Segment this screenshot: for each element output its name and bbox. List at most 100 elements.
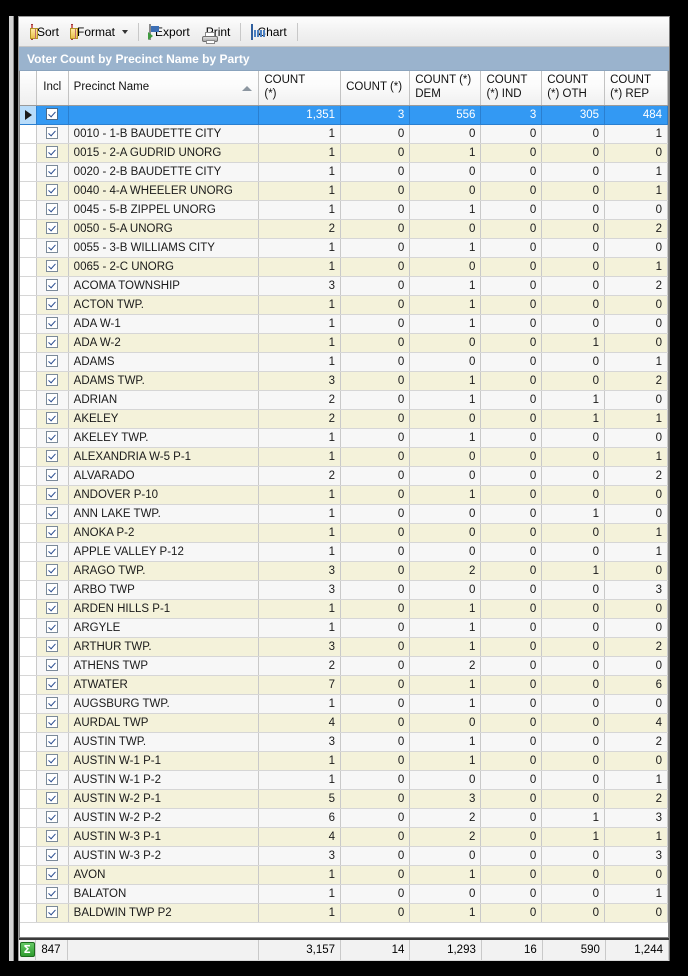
column-header-incl[interactable]: Incl xyxy=(36,71,69,106)
checkbox-checked-icon[interactable] xyxy=(46,240,59,253)
cell-count-ind[interactable]: 0 xyxy=(480,580,543,600)
cell-count-oth[interactable]: 0 xyxy=(541,599,606,619)
cell-count-total[interactable]: 2 xyxy=(258,466,342,486)
row-include-checkbox-cell[interactable] xyxy=(36,333,69,353)
cell-count-dem[interactable]: 1 xyxy=(409,200,482,220)
cell-precinct-name[interactable]: AVON xyxy=(68,865,260,885)
cell-count-rep[interactable]: 0 xyxy=(604,428,668,448)
cell-count-oth[interactable]: 0 xyxy=(541,352,606,372)
cell-count-star[interactable]: 0 xyxy=(340,257,411,277)
cell-count-dem[interactable]: 0 xyxy=(409,409,482,429)
cell-count-oth[interactable]: 0 xyxy=(541,884,606,904)
cell-count-dem[interactable]: 2 xyxy=(409,656,482,676)
row-indicator-cell[interactable] xyxy=(20,219,38,239)
checkbox-checked-icon[interactable] xyxy=(46,430,59,443)
cell-count-ind[interactable]: 0 xyxy=(480,675,543,695)
cell-count-dem[interactable]: 3 xyxy=(409,789,482,809)
row-indicator-cell[interactable] xyxy=(20,770,38,790)
cell-precinct-name[interactable]: ANDOVER P-10 xyxy=(68,485,260,505)
column-header-count-oth[interactable]: COUNT (*) OTH xyxy=(541,71,606,106)
chevron-down-icon[interactable] xyxy=(122,29,129,34)
table-row[interactable]: ADAMS TWP. 3 0 1 0 0 2 xyxy=(20,371,668,391)
cell-count-rep[interactable]: 4 xyxy=(604,713,668,733)
cell-count-dem[interactable]: 0 xyxy=(409,523,482,543)
cell-count-star[interactable]: 0 xyxy=(340,770,411,790)
table-row[interactable]: AUSTIN TWP. 3 0 1 0 0 2 xyxy=(20,732,668,752)
cell-precinct-name[interactable]: ADRIAN xyxy=(68,390,260,410)
cell-precinct-name[interactable]: ARGYLE xyxy=(68,618,260,638)
cell-count-star[interactable]: 0 xyxy=(340,162,411,182)
table-row[interactable]: ARGYLE 1 0 1 0 0 0 xyxy=(20,618,668,638)
cell-count-dem[interactable]: 0 xyxy=(409,770,482,790)
row-include-checkbox-cell[interactable] xyxy=(36,238,69,258)
row-indicator-cell[interactable] xyxy=(20,903,38,923)
cell-count-dem[interactable]: 556 xyxy=(409,105,482,125)
cell-count-star[interactable]: 0 xyxy=(340,599,411,619)
cell-count-total[interactable]: 1 xyxy=(258,599,342,619)
row-indicator-cell[interactable] xyxy=(20,884,38,904)
cell-count-oth[interactable]: 0 xyxy=(541,257,606,277)
cell-count-rep[interactable]: 1 xyxy=(604,181,668,201)
cell-count-oth[interactable]: 0 xyxy=(541,181,606,201)
cell-count-oth[interactable]: 1 xyxy=(541,333,606,353)
cell-count-oth[interactable]: 1 xyxy=(541,390,606,410)
row-include-checkbox-cell[interactable] xyxy=(36,713,69,733)
cell-count-dem[interactable]: 2 xyxy=(409,808,482,828)
cell-count-ind[interactable]: 0 xyxy=(480,751,543,771)
cell-precinct-name[interactable]: AUSTIN W-1 P-1 xyxy=(68,751,260,771)
checkbox-checked-icon[interactable] xyxy=(46,715,59,728)
row-include-checkbox-cell[interactable] xyxy=(36,561,69,581)
cell-count-total[interactable]: 1 xyxy=(258,542,342,562)
cell-count-dem[interactable]: 0 xyxy=(409,219,482,239)
cell-count-oth[interactable]: 0 xyxy=(541,637,606,657)
column-header-count-ind[interactable]: COUNT (*) IND xyxy=(480,71,543,106)
cell-precinct-name[interactable]: 0040 - 4-A WHEELER UNORG xyxy=(68,181,260,201)
cell-count-star[interactable]: 0 xyxy=(340,390,411,410)
cell-count-ind[interactable]: 0 xyxy=(480,181,543,201)
cell-count-total[interactable]: 5 xyxy=(258,789,342,809)
cell-count-oth[interactable]: 0 xyxy=(541,675,606,695)
cell-count-dem[interactable]: 1 xyxy=(409,314,482,334)
cell-count-rep[interactable]: 0 xyxy=(604,504,668,524)
row-include-checkbox-cell[interactable] xyxy=(36,884,69,904)
cell-count-oth[interactable]: 0 xyxy=(541,447,606,467)
row-include-checkbox-cell[interactable] xyxy=(36,542,69,562)
cell-count-rep[interactable]: 2 xyxy=(604,789,668,809)
row-indicator-cell[interactable] xyxy=(20,485,38,505)
cell-count-total[interactable]: 3 xyxy=(258,371,342,391)
row-include-checkbox-cell[interactable] xyxy=(36,143,69,163)
row-indicator-cell[interactable] xyxy=(20,599,38,619)
checkbox-checked-icon[interactable] xyxy=(46,373,59,386)
table-row[interactable]: ATWATER 7 0 1 0 0 6 xyxy=(20,675,668,695)
row-indicator-cell[interactable] xyxy=(20,295,38,315)
cell-count-star[interactable]: 0 xyxy=(340,884,411,904)
cell-count-total[interactable]: 2 xyxy=(258,390,342,410)
cell-count-total[interactable]: 3 xyxy=(258,561,342,581)
cell-count-dem[interactable]: 1 xyxy=(409,143,482,163)
checkbox-checked-icon[interactable] xyxy=(46,392,59,405)
row-indicator-cell[interactable] xyxy=(20,124,38,144)
cell-count-total[interactable]: 4 xyxy=(258,713,342,733)
row-include-checkbox-cell[interactable] xyxy=(36,257,69,277)
row-indicator-cell[interactable] xyxy=(20,390,38,410)
cell-count-ind[interactable]: 0 xyxy=(480,276,543,296)
cell-count-ind[interactable]: 0 xyxy=(480,523,543,543)
cell-precinct-name[interactable]: AUSTIN W-2 P-1 xyxy=(68,789,260,809)
cell-count-rep[interactable]: 0 xyxy=(604,333,668,353)
cell-count-dem[interactable]: 0 xyxy=(409,884,482,904)
checkbox-checked-icon[interactable] xyxy=(46,696,59,709)
cell-count-dem[interactable]: 1 xyxy=(409,276,482,296)
row-indicator-cell[interactable] xyxy=(20,333,38,353)
row-indicator-cell[interactable] xyxy=(20,428,38,448)
checkbox-checked-icon[interactable] xyxy=(46,753,59,766)
cell-count-ind[interactable]: 0 xyxy=(480,390,543,410)
checkbox-checked-icon[interactable] xyxy=(46,259,59,272)
cell-count-oth[interactable]: 0 xyxy=(541,428,606,448)
cell-count-ind[interactable]: 0 xyxy=(480,314,543,334)
cell-count-ind[interactable]: 0 xyxy=(480,447,543,467)
cell-count-dem[interactable]: 1 xyxy=(409,694,482,714)
cell-count-ind[interactable]: 0 xyxy=(480,713,543,733)
table-row[interactable]: 0015 - 2-A GUDRID UNORG 1 0 1 0 0 0 xyxy=(20,143,668,163)
cell-count-oth[interactable]: 0 xyxy=(541,656,606,676)
cell-count-dem[interactable]: 1 xyxy=(409,751,482,771)
